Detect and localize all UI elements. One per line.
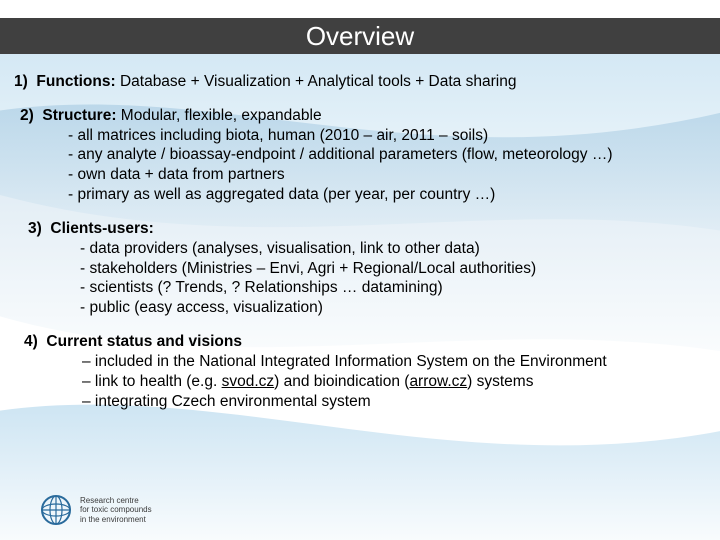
section-text: Modular, flexible, expandable: [117, 107, 322, 124]
link-text: svod.cz: [222, 373, 275, 390]
section-structure: 2) Structure: Modular, flexible, expanda…: [20, 106, 706, 205]
section-heading: Structure:: [42, 107, 116, 124]
bullet: - public (easy access, visualization): [28, 298, 706, 318]
globe-icon: [40, 494, 72, 526]
bullet: - any analyte / bioassay-endpoint / addi…: [20, 145, 706, 165]
slide-title: Overview: [306, 21, 414, 51]
footer-line: Research centre: [80, 496, 152, 505]
section-heading: Clients-users:: [50, 220, 153, 237]
section-status: 4) Current status and visions – included…: [24, 332, 706, 411]
bullet-text: – link to health (e.g.: [82, 373, 222, 390]
section-number: 1): [14, 73, 28, 90]
footer-line: for toxic compounds: [80, 505, 152, 514]
section-text: Database + Visualization + Analytical to…: [116, 73, 517, 90]
section-heading: Current status and visions: [46, 333, 242, 350]
bullet: - primary as well as aggregated data (pe…: [20, 185, 706, 205]
bullet-text: ) systems: [467, 373, 533, 390]
bullet: – included in the National Integrated In…: [24, 352, 706, 372]
bullet-text: ) and bioindication (: [274, 373, 409, 390]
slide-body: 1) Functions: Database + Visualization +…: [14, 72, 706, 425]
section-heading: Functions:: [36, 73, 115, 90]
section-number: 2): [20, 107, 34, 124]
bullet: – integrating Czech environmental system: [24, 392, 706, 412]
section-functions: 1) Functions: Database + Visualization +…: [14, 72, 706, 92]
bullet: - all matrices including biota, human (2…: [20, 126, 706, 146]
section-number: 4): [24, 333, 38, 350]
title-bar: Overview: [0, 18, 720, 54]
section-number: 3): [28, 220, 42, 237]
bullet: - data providers (analyses, visualisatio…: [28, 239, 706, 259]
bullet: - own data + data from partners: [20, 165, 706, 185]
section-clients: 3) Clients-users: - data providers (anal…: [28, 219, 706, 318]
footer: Research centre for toxic compounds in t…: [40, 494, 152, 526]
footer-line: in the environment: [80, 515, 152, 524]
bullet: - scientists (? Trends, ? Relationships …: [28, 278, 706, 298]
footer-text: Research centre for toxic compounds in t…: [80, 496, 152, 524]
link-text: arrow.cz: [409, 373, 467, 390]
bullet: – link to health (e.g. svod.cz) and bioi…: [24, 372, 706, 392]
bullet: - stakeholders (Ministries – Envi, Agri …: [28, 259, 706, 279]
